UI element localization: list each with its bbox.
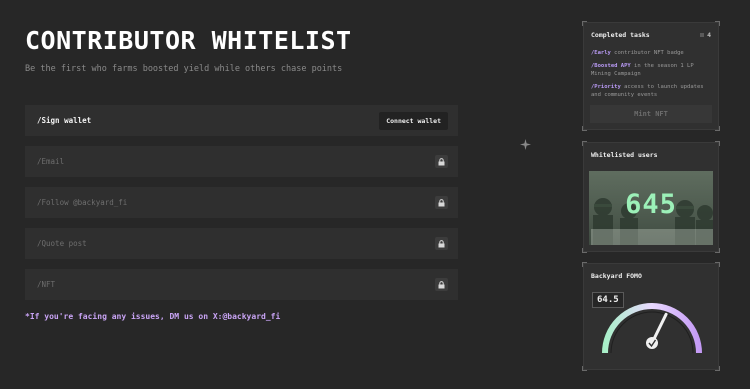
step-label: /Sign wallet [37,116,92,125]
whitelisted-users-card: Whitelisted users 645 [582,141,720,253]
step-label: /Quote post [37,239,87,248]
lock-icon [435,278,448,291]
step-follow: /Follow @backyard_fi [25,187,458,218]
lock-icon [435,196,448,209]
step-email: /Email [25,146,458,177]
whitelisted-users-title: Whitelisted users [591,151,658,159]
step-sign-wallet: /Sign wallet Connect wallet [25,105,458,136]
task-item: /Early contributor NFT badge [591,50,684,56]
sparkle-icon [520,135,531,154]
task-item: /Boosted APY in the season 1 LP Mining C… [591,63,694,77]
lock-icon [435,155,448,168]
step-label: /NFT [37,280,56,289]
fomo-gauge [602,303,702,354]
task-item: /Priority access to launch updates and c… [591,84,704,98]
step-label: /Follow @backyard_fi [37,198,128,207]
help-text: *If you're facing any issues, DM us on X… [25,312,281,321]
page-subtitle: Be the first who farms boosted yield whi… [25,64,343,74]
community-crowd-image: 645 [589,171,713,245]
page-title: CONTRIBUTOR WHITELIST [25,26,352,55]
step-quote-post: /Quote post [25,228,458,259]
whitelisted-count: 645 [625,189,677,220]
lock-icon [435,237,448,250]
fomo-title: Backyard FOMO [591,272,642,280]
fomo-card: Backyard FOMO 64.5 [582,262,720,371]
completed-tasks-count: 4 [700,31,711,39]
completed-tasks-title: Completed tasks [591,31,650,39]
step-label: /Email [37,157,65,166]
completed-tasks-card: Completed tasks 4 /Early contributor NFT… [582,21,720,131]
step-nft: /NFT [25,269,458,300]
count-dot-icon [700,33,705,37]
mint-nft-button[interactable]: Mint NFT [590,105,712,123]
connect-wallet-button[interactable]: Connect wallet [379,111,448,130]
gauge-hub [646,337,658,349]
